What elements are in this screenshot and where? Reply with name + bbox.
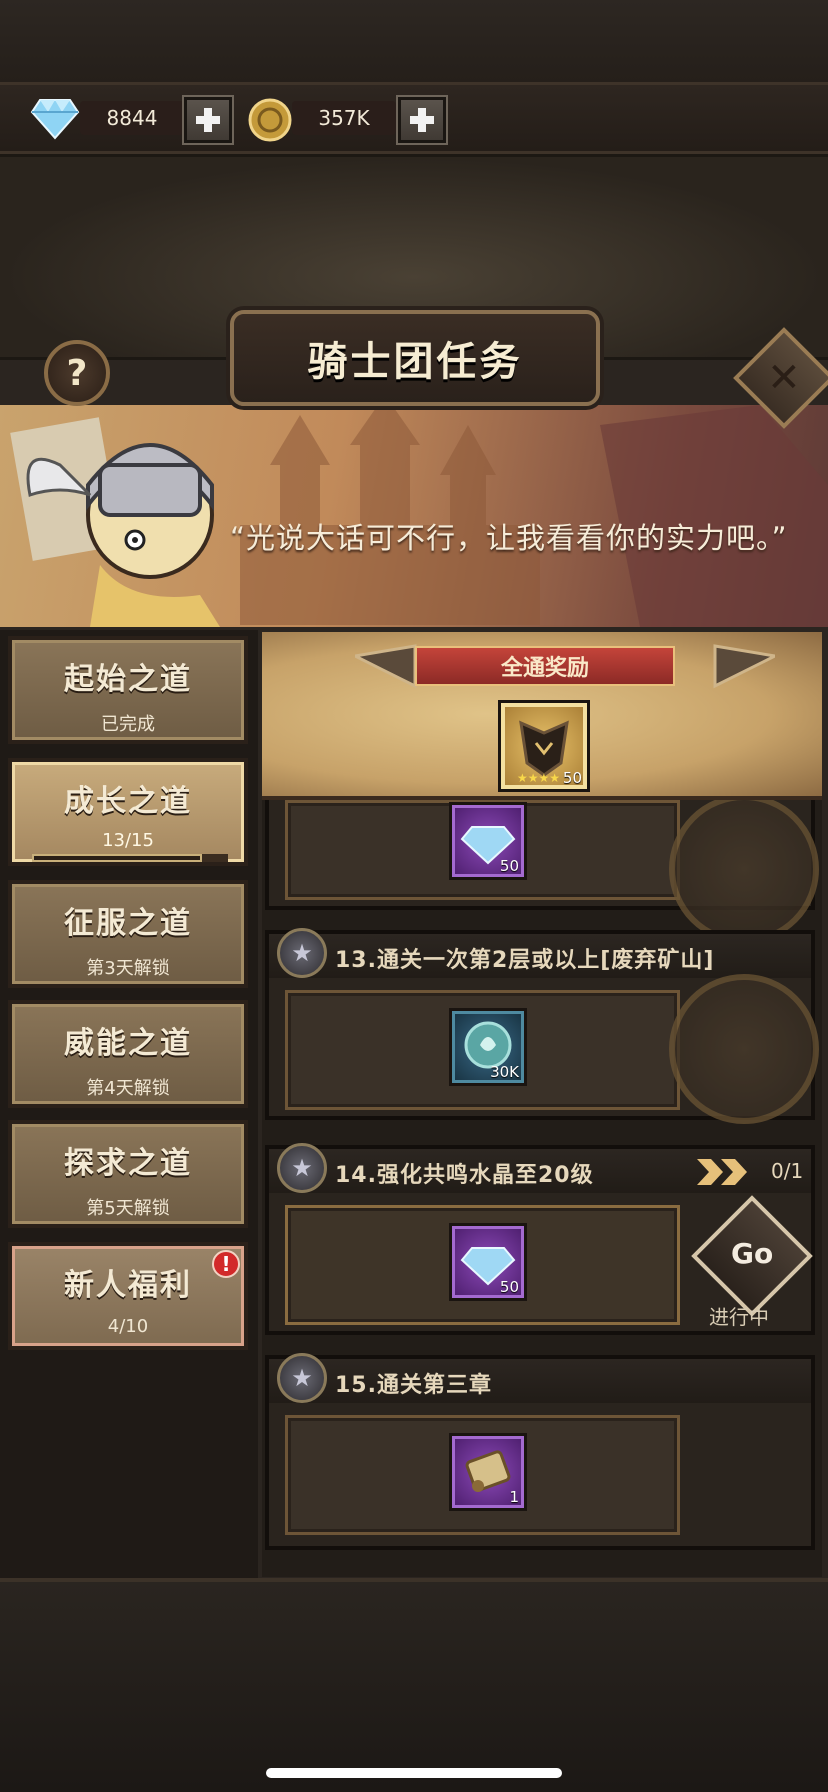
go-button-label[interactable]: Go — [731, 1237, 773, 1270]
plus-icon — [410, 108, 434, 132]
add-gold-button[interactable] — [396, 95, 448, 145]
tab-progress-text: 4/10 — [107, 1316, 149, 1337]
task-card: ★ 13.通关一次第2层或以上[废弃矿山] 30K — [265, 928, 819, 1124]
diamond-count: 8844 — [106, 106, 158, 130]
add-diamonds-button[interactable] — [182, 95, 234, 145]
tab-status: 已完成 — [101, 714, 155, 735]
sidebar-tab-explore[interactable]: 探求之道 第5天解锁 — [8, 1120, 248, 1228]
sidebar-tab-newbie[interactable]: 新人福利 4/10 ! — [8, 1242, 248, 1350]
progress-bar — [32, 854, 228, 862]
task-title: 13.通关一次第2层或以上[废弃矿山] — [335, 948, 715, 973]
guild-seal-icon — [669, 974, 819, 1124]
home-indicator[interactable] — [266, 1768, 562, 1778]
question-icon: ? — [66, 352, 88, 394]
item-quantity: 50 — [562, 769, 582, 787]
help-button[interactable]: ? — [44, 340, 110, 406]
diamond-icon — [30, 96, 80, 140]
reward-item[interactable]: 50 — [449, 1223, 527, 1301]
reward-item[interactable]: 30K — [449, 1008, 527, 1086]
double-chevron-icon — [697, 1159, 747, 1185]
task-title: 15.通关第三章 — [335, 1373, 492, 1398]
tab-name: 起始之道 — [64, 662, 192, 697]
gold-coin-icon — [248, 98, 292, 142]
guild-seal-icon — [669, 794, 819, 944]
reward-item[interactable]: 50 — [449, 802, 527, 880]
star-rating-icon: ★★★★ — [517, 771, 561, 785]
task-card: 50 — [265, 790, 819, 944]
task-header: ★ 15.通关第三章 — [269, 1353, 811, 1403]
knight-quote: “光说大话可不行，让我看看你的实力吧。” — [230, 521, 788, 555]
top-bar — [0, 0, 828, 82]
alert-badge: ! — [212, 1250, 240, 1278]
reward-item[interactable]: 1 — [449, 1433, 527, 1511]
tab-name: 威能之道 — [64, 1026, 192, 1061]
diamond-count-pill: 8844 — [80, 101, 184, 135]
task-progress: 0/1 — [771, 1159, 804, 1183]
item-quantity: 1 — [509, 1488, 519, 1506]
sidebar-tab-conquest[interactable]: 征服之道 第3天解锁 — [8, 880, 248, 988]
tab-name: 征服之道 — [64, 906, 192, 941]
item-quantity: 50 — [499, 857, 519, 875]
bottom-nav-blurred — [0, 1578, 828, 1792]
close-icon: ✕ — [767, 354, 801, 401]
progress-bar-fill — [32, 854, 202, 862]
tab-name: 新人福利 — [64, 1268, 192, 1303]
star-medal-icon: ★ — [277, 928, 327, 978]
item-quantity: 30K — [490, 1063, 519, 1081]
item-quantity: 50 — [499, 1278, 519, 1296]
task-title: 14.强化共鸣水晶至20级 — [335, 1163, 594, 1188]
star-medal-icon: ★ — [277, 1143, 327, 1193]
sidebar-tab-growth[interactable]: 成长之道 13/15 — [8, 758, 248, 866]
sidebar-tab-power[interactable]: 威能之道 第4天解锁 — [8, 1000, 248, 1108]
full-reward-item[interactable]: ★★★★ 50 — [498, 700, 590, 792]
plus-icon — [196, 108, 220, 132]
tab-name: 成长之道 — [64, 784, 192, 819]
task-card: ★ 14.强化共鸣水晶至20级 0/1 50 Go 进行中 — [265, 1143, 815, 1335]
gold-count: 357K — [318, 106, 370, 130]
star-medal-icon: ★ — [277, 1353, 327, 1403]
sidebar-tab-start[interactable]: 起始之道 已完成 — [8, 636, 248, 744]
task-header: ★ 14.强化共鸣水晶至20级 0/1 — [269, 1143, 811, 1193]
tab-name: 探求之道 — [64, 1146, 192, 1181]
knight-portrait — [10, 417, 220, 627]
tab-status: 第4天解锁 — [86, 1078, 170, 1099]
full-reward-label: 全通奖励 — [415, 646, 675, 686]
task-header: ★ 13.通关一次第2层或以上[废弃矿山] — [269, 928, 811, 978]
page-title: 骑士团任务 — [307, 339, 523, 385]
title-plate: 骑士团任务 — [230, 310, 600, 406]
tab-status: 第3天解锁 — [86, 958, 170, 979]
gold-count-pill: 357K — [292, 101, 396, 135]
task-card: ★ 15.通关第三章 1 — [265, 1353, 815, 1550]
tab-progress-text: 13/15 — [102, 830, 154, 851]
tab-status: 第5天解锁 — [86, 1198, 170, 1219]
task-status: 进行中 — [709, 1305, 769, 1329]
